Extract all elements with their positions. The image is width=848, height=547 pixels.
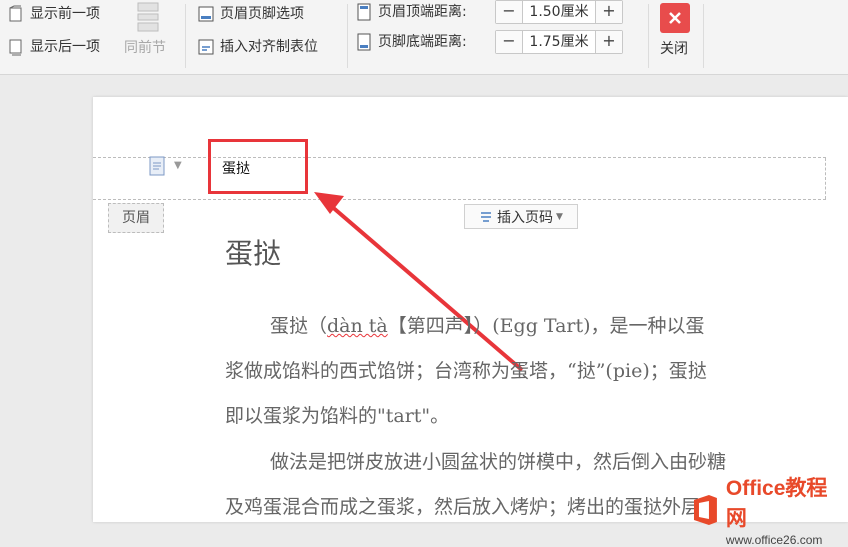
insert-page-number-label: 插入页码 xyxy=(497,209,554,226)
watermark-url: www.office26.com xyxy=(725,533,823,547)
paragraph-1-line-1[interactable]: 蛋挞（dàn tà【第四声】）(Egg Tart)，是一种以蛋 xyxy=(270,304,848,349)
insert-page-number-button[interactable]: 插入页码 ▼ xyxy=(464,204,578,229)
text-run: 【第四声】）(Egg Tart)，是一种以蛋 xyxy=(387,315,705,337)
page-number-icon xyxy=(481,211,492,222)
office-logo-icon xyxy=(693,494,717,525)
watermark-brand: Office教程网 xyxy=(725,477,828,530)
watermark: Office教程网 www.office26.com xyxy=(690,472,848,547)
chevron-down-icon: ▼ xyxy=(556,211,563,222)
paragraph-1-line-2[interactable]: 浆做成馅料的西式馅饼；台湾称为蛋塔，“挞”(pie)；蛋挞 xyxy=(225,349,825,394)
paragraph-1-line-3[interactable]: 即以蛋浆为馅料的"tart"。 xyxy=(225,394,825,439)
text-run: 蛋挞（ xyxy=(270,315,328,337)
header-tag: 页眉 xyxy=(108,203,164,233)
spellcheck-text-run: dàn tà xyxy=(327,315,388,337)
document-title[interactable]: 蛋挞 xyxy=(225,232,281,272)
